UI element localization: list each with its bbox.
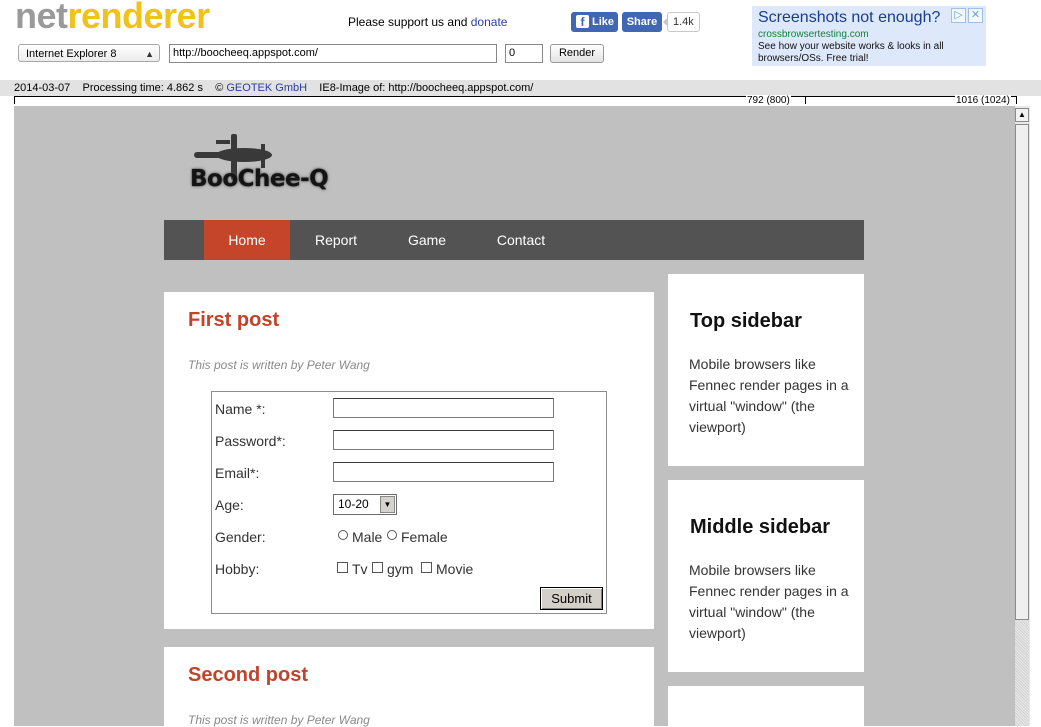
sidebar-text: Mobile browsers like Fennec render pages… — [689, 356, 849, 435]
ad-description: See how your website works & looks in al… — [758, 41, 944, 64]
sidebar-text: Mobile browsers like Fennec render pages… — [689, 562, 849, 641]
browser-select-value: Internet Explorer 8 — [26, 48, 117, 60]
render-info: 2014-03-07 Processing time: 4.862 s © GE… — [14, 82, 533, 94]
nav-home[interactable]: Home — [204, 220, 290, 260]
password-label: Password*: — [215, 433, 286, 449]
hobby-gym-checkbox[interactable] — [372, 562, 383, 573]
name-input[interactable] — [333, 398, 554, 418]
hobby-gym-label: gym — [387, 561, 414, 577]
post-byline: This post is written by Peter Wang — [188, 358, 370, 372]
browser-select[interactable]: Internet Explorer 8 ▲ — [18, 44, 160, 62]
site-logo-text[interactable]: BooChee-Q — [190, 166, 329, 192]
logo-part-net: net — [15, 0, 68, 36]
post-title[interactable]: First post — [188, 309, 279, 332]
logo-part-renderer: renderer — [67, 0, 211, 36]
hobby-tv-label: Tv — [352, 561, 368, 577]
hobby-label: Hobby: — [215, 561, 260, 577]
nav-contact[interactable]: Contact — [478, 220, 564, 260]
copyright-symbol: © — [215, 82, 227, 94]
dropdown-arrow-icon[interactable]: ▼ — [380, 496, 395, 513]
age-select-value: 10-20 — [338, 497, 369, 511]
name-label: Name *: — [215, 401, 266, 417]
render-date: 2014-03-07 — [14, 82, 71, 94]
support-label: Please support us and — [348, 15, 471, 29]
hobby-movie-label: Movie — [436, 561, 474, 577]
sidebar-card-bottom — [668, 686, 864, 726]
facebook-like-button[interactable]: f Like — [571, 12, 618, 32]
post-title[interactable]: Second post — [188, 664, 308, 687]
email-input[interactable] — [333, 462, 554, 482]
geotek-link[interactable]: GEOTEK GmbH — [226, 82, 307, 94]
gender-male-label: Male — [352, 529, 383, 545]
support-text: Please support us and donate — [348, 15, 507, 29]
netrenderer-logo[interactable]: netrenderer — [15, 0, 210, 38]
gender-female-radio[interactable] — [387, 530, 397, 540]
ad-url[interactable]: crossbrowsertesting.com — [758, 28, 980, 41]
adchoices-icon[interactable]: ▷ — [951, 8, 966, 23]
age-label: Age: — [215, 497, 244, 513]
updown-arrows-icon: ▲ — [145, 49, 154, 59]
facebook-share-button[interactable]: Share — [622, 12, 662, 32]
ruler-tick — [1016, 96, 1017, 104]
submit-button[interactable]: Submit — [540, 587, 603, 610]
email-label: Email*: — [215, 465, 260, 481]
post-byline: This post is written by Peter Wang — [188, 713, 370, 727]
render-button[interactable]: Render — [550, 44, 604, 63]
gender-female-label: Female — [401, 529, 448, 545]
delay-input[interactable]: 0 — [505, 44, 543, 63]
processing-time: Processing time: 4.862 s — [82, 82, 203, 94]
ad-title[interactable]: Screenshots not enough? — [758, 8, 980, 28]
sidebar-title: Middle sidebar — [690, 516, 831, 538]
hobby-tv-checkbox[interactable] — [337, 562, 348, 573]
ruler-tick — [805, 96, 806, 104]
ad-choices[interactable]: ▷ ✕ — [949, 8, 983, 23]
image-of-url: IE8-Image of: http://boocheeq.appspot.co… — [319, 82, 534, 94]
close-icon[interactable]: ✕ — [968, 8, 983, 23]
facebook-share-count: 1.4k — [663, 12, 700, 32]
nav-game[interactable]: Game — [392, 220, 462, 260]
password-input[interactable] — [333, 430, 554, 450]
ruler-label-1024: 1016 (1024) — [955, 95, 1011, 106]
ruler-label-800: 792 (800) — [746, 95, 791, 106]
registration-form — [211, 391, 607, 614]
nav-report[interactable]: Report — [296, 220, 376, 260]
fb-like-label: Like — [592, 16, 615, 28]
scrollbar-thumb[interactable] — [1015, 124, 1029, 620]
facebook-icon: f — [576, 15, 589, 29]
ruler-tick — [14, 96, 15, 104]
width-ruler — [14, 96, 1017, 97]
scrollbar-track[interactable] — [1015, 620, 1029, 726]
sidebar-title: Top sidebar — [690, 310, 802, 332]
url-input[interactable]: http://boocheeq.appspot.com/ — [169, 44, 497, 63]
age-select[interactable]: 10-20 ▼ — [333, 494, 397, 515]
gender-male-radio[interactable] — [338, 530, 348, 540]
gender-label: Gender: — [215, 529, 266, 545]
advertisement[interactable]: Screenshots not enough? crossbrowsertest… — [752, 6, 986, 66]
hobby-movie-checkbox[interactable] — [421, 562, 432, 573]
scroll-up-arrow-icon[interactable]: ▲ — [1015, 108, 1029, 122]
donate-link[interactable]: donate — [471, 15, 508, 29]
